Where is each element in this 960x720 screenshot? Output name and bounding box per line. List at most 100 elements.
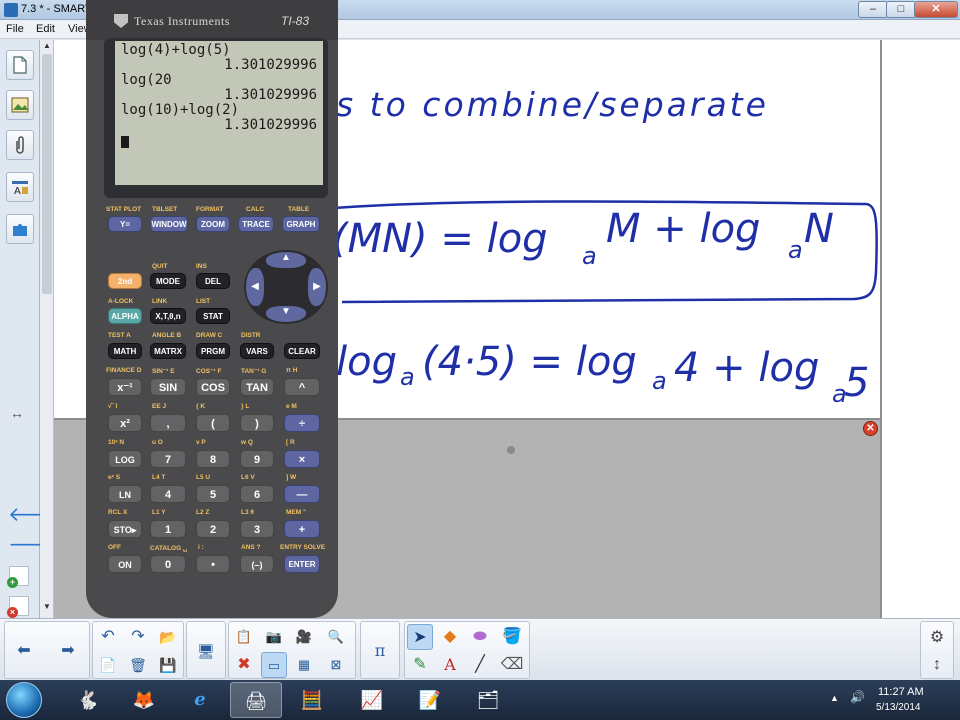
key-mode[interactable]: MODE (150, 273, 186, 289)
undo-icon[interactable]: ↶ (95, 624, 121, 650)
scroll-thumb[interactable] (42, 54, 52, 294)
close-button[interactable]: ✕ (914, 1, 958, 18)
key-comma[interactable]: , (150, 414, 186, 432)
pens-icon[interactable]: ✎ (407, 652, 433, 678)
scroll-down-icon[interactable]: ▼ (40, 602, 54, 611)
arrow-down-icon[interactable]: ▼ (266, 306, 306, 322)
key-open-paren[interactable]: ( (196, 414, 230, 432)
attachments-tab[interactable] (6, 130, 34, 160)
internet-explorer-icon[interactable]: e (174, 682, 226, 718)
sidebar-scrollbar[interactable]: ▲ ▼ (40, 40, 54, 618)
magic-eraser-icon[interactable]: ⌫ (499, 652, 525, 678)
key-multiply[interactable]: × (284, 450, 320, 468)
key-clear[interactable]: CLEAR (284, 343, 320, 359)
key-subtract[interactable]: — (284, 485, 320, 503)
key-4[interactable]: 4 (150, 485, 186, 503)
key-cos[interactable]: COS (196, 378, 230, 396)
arrow-left-icon[interactable]: ◀ (246, 268, 264, 306)
forward-arrow-icon[interactable]: ➡ (55, 638, 81, 664)
key-stat[interactable]: STAT (196, 308, 230, 324)
volume-icon[interactable]: 🔊 (850, 690, 865, 704)
delete-page-icon[interactable]: × (7, 596, 29, 618)
notes-app-icon[interactable]: 📝 (404, 682, 456, 718)
resize-handle-icon[interactable]: ↔ (10, 405, 24, 421)
key-add[interactable]: + (284, 520, 320, 538)
delete-icon[interactable]: ✖ (231, 652, 257, 678)
clock-date[interactable]: 5/13/2014 (876, 702, 921, 713)
key-1[interactable]: 1 (150, 520, 186, 538)
move-toolbar-icon[interactable]: ↕ (924, 652, 950, 678)
rabbit-app-icon[interactable]: 🐇 (62, 682, 114, 718)
settings-gear-icon[interactable]: ⚙ (924, 625, 950, 651)
eraser-icon[interactable]: ⬬ (467, 624, 493, 650)
properties-tab[interactable]: A (6, 172, 34, 202)
document-camera-icon[interactable]: 🎥 (291, 624, 317, 650)
menu-file[interactable]: File (6, 23, 24, 35)
oscilloscope-app-icon[interactable]: 📈 (346, 682, 398, 718)
screen-shade-icon[interactable]: 🖥 (193, 638, 219, 664)
menu-edit[interactable]: Edit (36, 23, 55, 35)
key-tan[interactable]: TAN (240, 378, 274, 396)
key-ln[interactable]: LN (108, 485, 142, 503)
show-hidden-icons-icon[interactable]: ▲ (830, 693, 839, 703)
key-6[interactable]: 6 (240, 485, 274, 503)
key-negative[interactable]: (–) (240, 555, 274, 573)
start-button-icon[interactable] (6, 682, 42, 718)
key-sin[interactable]: SIN (150, 378, 186, 396)
key-matrx[interactable]: MATRX (150, 343, 186, 359)
calculator-task-icon[interactable]: 🧮 (286, 682, 338, 718)
fill-icon[interactable]: 🪣 (499, 624, 525, 650)
folder-task-icon[interactable]: 🗂 (462, 682, 514, 718)
line-icon[interactable]: ╱ (467, 652, 493, 678)
key-store[interactable]: STO▸ (108, 520, 142, 538)
paste-icon[interactable]: 📋 (231, 624, 257, 650)
key-close-paren[interactable]: ) (240, 414, 274, 432)
gallery-tab[interactable] (6, 90, 34, 120)
minimize-button[interactable]: – (858, 1, 888, 18)
scroll-up-icon[interactable]: ▲ (40, 41, 54, 50)
key-divide[interactable]: ÷ (284, 414, 320, 432)
key-xt-theta-n[interactable]: X,T,θ,n (150, 308, 186, 324)
close-page-icon[interactable]: ✕ (863, 421, 878, 436)
full-screen-icon[interactable]: ▭ (261, 652, 287, 678)
key-vars[interactable]: VARS (240, 343, 274, 359)
key-zoom[interactable]: ZOOM (196, 216, 230, 232)
key-9[interactable]: 9 (240, 450, 274, 468)
key-y-equals[interactable]: Y= (108, 216, 142, 232)
smart-notebook-task-icon[interactable]: 🖨 (230, 682, 282, 718)
redo-icon[interactable]: ↷ (125, 624, 151, 650)
arrow-up-icon[interactable]: ▲ (266, 252, 306, 268)
key-7[interactable]: 7 (150, 450, 186, 468)
firefox-icon[interactable]: 🦊 (118, 682, 170, 718)
clock-time[interactable]: 11:27 AM (878, 686, 924, 698)
search-icon[interactable]: 🔍 (323, 624, 349, 650)
key-alpha[interactable]: ALPHA (108, 308, 142, 324)
maximize-button[interactable]: □ (886, 1, 916, 18)
add-page-icon[interactable]: + (7, 566, 29, 588)
key-power[interactable]: ^ (284, 378, 320, 396)
close-window-icon[interactable]: ⊠ (323, 652, 349, 678)
shapes-icon[interactable]: ◆ (437, 624, 463, 650)
key-math[interactable]: MATH (108, 343, 142, 359)
save-icon[interactable]: 💾 (155, 652, 181, 678)
add-page-icon[interactable]: 📄 (95, 652, 121, 678)
key-prgm[interactable]: PRGM (196, 343, 230, 359)
addons-tab[interactable] (6, 214, 34, 244)
key-trace[interactable]: TRACE (238, 216, 274, 232)
key-8[interactable]: 8 (196, 450, 230, 468)
key-decimal[interactable]: • (196, 555, 230, 573)
page-sorter-tab[interactable] (6, 50, 34, 80)
key-3[interactable]: 3 (240, 520, 274, 538)
key-2[interactable]: 2 (196, 520, 230, 538)
key-5[interactable]: 5 (196, 485, 230, 503)
table-icon[interactable]: ▦ (291, 652, 317, 678)
open-folder-icon[interactable]: 📂 (155, 624, 181, 650)
key-0[interactable]: 0 (150, 555, 186, 573)
screen-capture-icon[interactable]: 📷 (261, 624, 287, 650)
key-log[interactable]: LOG (108, 450, 142, 468)
key-inverse[interactable]: x⁻¹ (108, 378, 142, 396)
key-2nd[interactable]: 2nd (108, 273, 142, 289)
key-enter[interactable]: ENTER (284, 555, 320, 573)
select-arrow-icon[interactable]: ➤ (407, 624, 433, 650)
arrow-right-icon[interactable]: ▶ (308, 268, 326, 306)
